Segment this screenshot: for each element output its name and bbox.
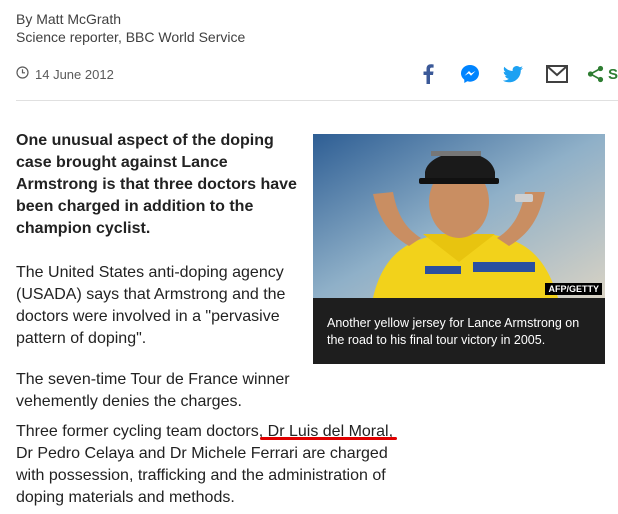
messenger-icon[interactable]: [459, 64, 481, 84]
article-meta-bar: 14 June 2012 S: [16, 64, 618, 86]
twitter-icon[interactable]: [502, 65, 524, 83]
publish-date-text: 14 June 2012: [35, 66, 114, 82]
divider: [16, 100, 618, 101]
share-icon[interactable]: [587, 65, 605, 83]
share-label[interactable]: S: [608, 66, 618, 83]
byline: By Matt McGrath Science reporter, BBC Wo…: [16, 10, 245, 46]
share-tools: S: [417, 64, 618, 84]
cyclist-photo-illustration: [313, 134, 605, 298]
article-paragraph-2: The seven-time Tour de France winner veh…: [16, 371, 290, 410]
article-paragraph-1: The United States anti-doping agency (US…: [16, 264, 286, 347]
facebook-icon[interactable]: [417, 64, 439, 84]
publish-date: 14 June 2012: [16, 66, 114, 82]
paragraph-3-start: Three former cycling team doctors,: [16, 423, 268, 440]
red-annotation-underline: [260, 437, 397, 440]
photo-caption: Another yellow jersey for Lance Armstron…: [313, 298, 605, 364]
photo-credit: AFP/GETTY: [545, 283, 602, 295]
author-role: Science reporter, BBC World Service: [16, 29, 246, 45]
author-name: By Matt McGrath: [16, 11, 122, 27]
article-lead: One unusual aspect of the doping case br…: [16, 132, 297, 237]
article-paragraph-3: Three former cycling team doctors, Dr Lu…: [16, 421, 396, 509]
clock-icon: [16, 66, 29, 82]
article-photo: AFP/GETTY: [313, 134, 605, 298]
email-icon[interactable]: [545, 65, 569, 83]
